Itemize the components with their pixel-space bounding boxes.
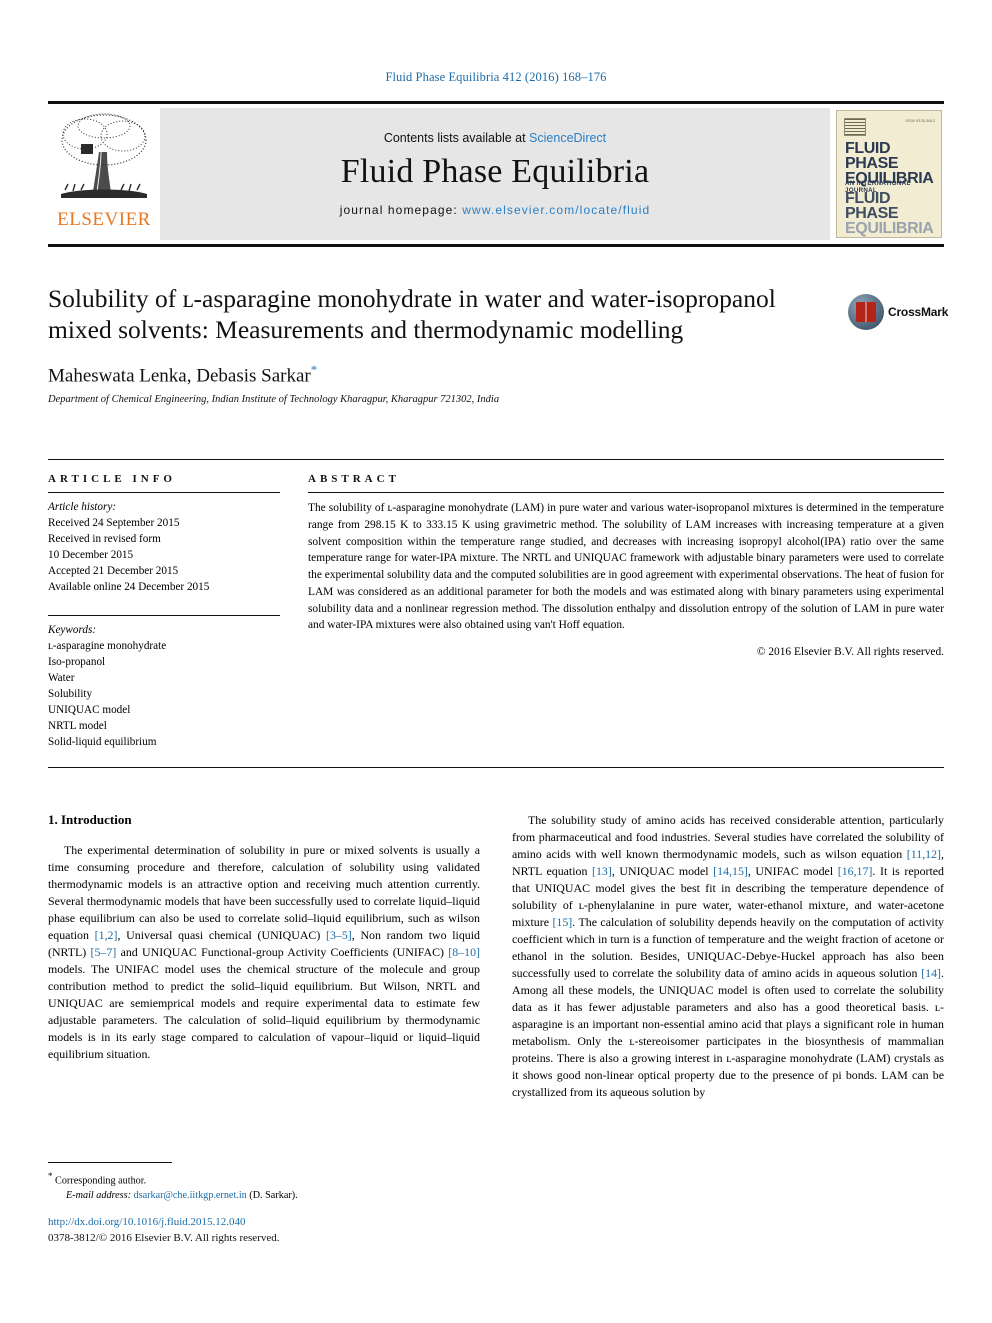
keywords-label: Keywords:	[48, 624, 97, 637]
crossmark-badge[interactable]: CrossMark	[848, 287, 948, 337]
citation-ref[interactable]: [1,2]	[95, 928, 118, 942]
corresponding-author-line: * Corresponding author.	[48, 1170, 480, 1189]
journal-homepage-line: journal homepage: www.elsevier.com/locat…	[340, 203, 651, 217]
corresponding-author-footnote: * Corresponding author. E-mail address: …	[48, 1162, 480, 1204]
email-line: E-mail address: dsarkar@che.iitkgp.ernet…	[48, 1189, 480, 1204]
intro-left-text-5: models. The UNIFAC model uses the chemic…	[48, 962, 480, 1062]
section-heading-introduction: 1. Introduction	[48, 812, 132, 827]
intro-right-text-6: . The calculation of solubility depends …	[512, 915, 944, 981]
journal-masthead: ELSEVIER Contents lists available at Sci…	[48, 101, 944, 247]
history-item: Available online 24 December 2015	[48, 580, 210, 593]
journal-cover-thumbnail: ISSN 0378-3812 FLUID PHASE EQUILIBRIA AN …	[836, 110, 942, 238]
homepage-prefix: journal homepage:	[339, 203, 463, 217]
abstract-heading: ABSTRACT	[308, 473, 400, 485]
cover-line3-text: FLUID PHASE	[845, 190, 899, 223]
elsevier-wordmark: ELSEVIER	[57, 209, 151, 230]
history-item: Received 24 September 2015	[48, 516, 180, 529]
issn-copyright-line: 0378-3812/© 2016 Elsevier B.V. All right…	[48, 1231, 280, 1244]
body-columns: 1. Introduction The experimental determi…	[48, 812, 944, 1101]
citation-ref[interactable]: [14]	[921, 966, 941, 980]
citation-ref[interactable]: [14,15]	[713, 864, 748, 878]
abstract-column: ABSTRACT The solubility of ʟ-asparagine …	[294, 460, 944, 767]
body-column-right: The solubility study of amino acids has …	[512, 812, 944, 1101]
intro-right-text-7: . Among all these models, the UNIQUAC mo…	[512, 966, 944, 1100]
keyword-item: NRTL model	[48, 719, 107, 732]
history-item: 10 December 2015	[48, 548, 134, 561]
journal-title: Fluid Phase Equilibria	[340, 153, 650, 190]
footer-doi-block: http://dx.doi.org/10.1016/j.fluid.2015.1…	[48, 1215, 480, 1247]
cover-elsevier-mark-icon	[844, 118, 866, 136]
cover-title-line-2: FLUID PHASE EQUILIBRIA	[845, 190, 934, 238]
homepage-url-link[interactable]: www.elsevier.com/locate/fluid	[462, 203, 650, 217]
info-abstract-band: ARTICLE INFO Article history: Received 2…	[48, 459, 944, 768]
abstract-copyright: © 2016 Elsevier B.V. All rights reserved…	[756, 646, 944, 659]
crossmark-label: CrossMark	[888, 305, 949, 319]
contents-available-line: Contents lists available at ScienceDirec…	[384, 131, 606, 145]
keyword-item: ʟ-asparagine monohydrate	[48, 640, 167, 653]
keywords-block: Keywords: ʟ-asparagine monohydrate Iso-p…	[48, 623, 280, 750]
abstract-text: The solubility of ʟ-asparagine monohydra…	[308, 502, 944, 632]
body-column-left: 1. Introduction The experimental determi…	[48, 812, 480, 1101]
keyword-item: Solubility	[48, 688, 93, 701]
elsevier-tree-logo-icon	[55, 108, 153, 208]
citation-ref[interactable]: [13]	[592, 864, 612, 878]
running-head: Fluid Phase Equilibria 412 (2016) 168–17…	[385, 70, 607, 84]
author-names: Maheswata Lenka, Debasis Sarkar	[48, 365, 311, 387]
history-item: Accepted 21 December 2015	[48, 564, 179, 577]
article-first-page: Fluid Phase Equilibria 412 (2016) 168–17…	[0, 0, 992, 1323]
citation-ref[interactable]: [5–7]	[91, 945, 117, 959]
elsevier-logo: ELSEVIER	[48, 104, 160, 244]
footnote-rule	[48, 1162, 172, 1163]
keywords-rule	[48, 615, 280, 617]
citation-ref[interactable]: [16,17]	[838, 864, 873, 878]
doi-link[interactable]: http://dx.doi.org/10.1016/j.fluid.2015.1…	[48, 1215, 480, 1231]
footnote-marker: *	[48, 1171, 53, 1181]
abstract-rule	[308, 492, 944, 493]
article-info-column: ARTICLE INFO Article history: Received 2…	[48, 460, 294, 767]
page-title: Solubility of ʟ-asparagine monohydrate i…	[48, 284, 776, 345]
corresponding-author-marker: *	[310, 362, 318, 378]
intro-left-text-2: , Universal quasi chemical (UNIQUAC)	[117, 928, 327, 943]
cover-line4-text: EQUILIBRIA	[845, 220, 934, 238]
email-owner: (D. Sarkar).	[249, 1190, 298, 1202]
article-history-label: Article history:	[48, 501, 117, 513]
article-info-rule	[48, 492, 280, 493]
title-block: Solubility of ʟ-asparagine monohydrate i…	[48, 283, 808, 405]
citation-ref[interactable]: [11,12]	[907, 847, 941, 861]
history-item: Received in revised form	[48, 532, 161, 545]
affiliation: Department of Chemical Engineering, Indi…	[48, 393, 500, 405]
intro-right-text-3: , UNIQUAC model	[611, 864, 714, 879]
intro-right-text-1: The solubility study of amino acids has …	[512, 813, 944, 862]
email-label: E-mail address:	[66, 1190, 131, 1202]
citation-ref[interactable]: [15]	[552, 915, 572, 929]
sciencedirect-link[interactable]: ScienceDirect	[529, 131, 606, 145]
keyword-item: UNIQUAC model	[48, 703, 131, 716]
intro-right-text-4: , UNIFAC model	[747, 864, 838, 879]
corresponding-author-text: Corresponding author.	[55, 1175, 147, 1187]
keyword-item: Iso-propanol	[48, 656, 106, 669]
keyword-item: Water	[48, 672, 75, 685]
crossmark-badge-icon	[848, 294, 884, 330]
author-list: Maheswata Lenka, Debasis Sarkar*	[48, 362, 808, 387]
email-link[interactable]: dsarkar@che.iitkgp.ernet.in	[134, 1190, 247, 1201]
intro-paragraph-right: The solubility study of amino acids has …	[512, 812, 944, 1101]
crossmark-book-icon	[856, 302, 876, 322]
citation-ref[interactable]: [3–5]	[326, 928, 352, 942]
cover-issn: ISSN 0378-3812	[905, 118, 935, 123]
cover-line1-text: FLUID PHASE	[845, 140, 899, 173]
intro-paragraph-left: The experimental determination of solubi…	[48, 842, 480, 1063]
journal-band: Contents lists available at ScienceDirec…	[160, 108, 830, 240]
intro-left-text-4: and UNIQUAC Functional-group Activity Co…	[116, 945, 449, 960]
contents-prefix: Contents lists available at	[383, 131, 530, 145]
article-info-heading: ARTICLE INFO	[48, 473, 176, 485]
keyword-item: Solid-liquid equilibrium	[48, 735, 157, 748]
citation-ref[interactable]: [8–10]	[448, 945, 480, 959]
